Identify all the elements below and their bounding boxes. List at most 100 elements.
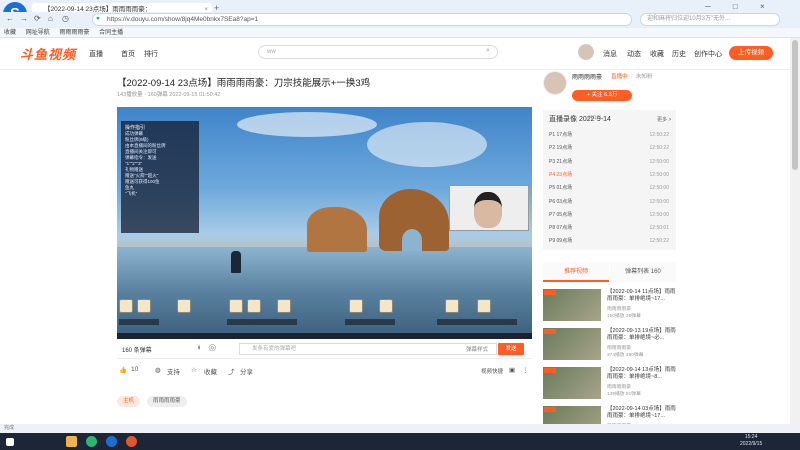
- episode-item[interactable]: P2 19点场 12:50:22: [549, 142, 671, 154]
- video-thumbnail[interactable]: [543, 289, 601, 321]
- video-tag[interactable]: 主机: [117, 396, 141, 407]
- recommended-item[interactable]: 【2022-09-14 13点场】雨雨雨雨豪：单排绝境~8... 雨雨雨雨豪 139…: [543, 367, 676, 399]
- episode-item[interactable]: P7 05点场 12:50:00: [549, 209, 671, 221]
- recommended-author[interactable]: 雨雨雨雨豪: [607, 383, 631, 390]
- bookmark-item[interactable]: 合同主播: [99, 30, 123, 36]
- danmu-toggle-icons[interactable]: ◐◎: [197, 342, 222, 353]
- gift-avatar: [349, 299, 363, 313]
- gift-label: [227, 319, 297, 325]
- recommended-title[interactable]: 【2022-09-14 11点场】雨雨雨雨豪：单排绝境~17...: [607, 289, 677, 303]
- episode-item[interactable]: P1 17点场 12:50:22: [549, 129, 671, 141]
- bookmark-item[interactable]: 收藏: [4, 30, 16, 36]
- recommended-stats: 139播放 91弹幕: [607, 392, 641, 397]
- search-icon[interactable]: ⌕: [486, 47, 490, 55]
- like-count[interactable]: 10: [131, 366, 138, 373]
- thumbnail-badge: [544, 368, 556, 373]
- danmu-count: 160 条弹幕: [122, 348, 152, 354]
- runner-silhouette: [231, 251, 241, 273]
- video-thumbnail[interactable]: [543, 328, 601, 360]
- video-shortcut[interactable]: 视频快捷: [481, 367, 503, 375]
- episode-item[interactable]: P4 23点场 12:50:00: [549, 169, 671, 181]
- app-icon[interactable]: [126, 436, 137, 447]
- tab-recommended[interactable]: 推荐视频: [543, 262, 609, 282]
- episode-item[interactable]: P8 07点场 12:50:01: [549, 222, 671, 234]
- app-icon[interactable]: [86, 436, 97, 447]
- episode-label: P5 01点场: [549, 185, 573, 192]
- refresh-icon[interactable]: ⟳: [34, 14, 41, 23]
- start-icon[interactable]: [6, 438, 14, 446]
- forward-icon[interactable]: →: [20, 14, 28, 23]
- episode-item[interactable]: P3 21点场 12:50:00: [549, 156, 671, 168]
- site-logo[interactable]: 斗鱼视频: [20, 44, 76, 63]
- back-icon[interactable]: ←: [6, 14, 14, 23]
- home-icon[interactable]: ⌂: [48, 14, 53, 23]
- nav-rank[interactable]: 排行: [144, 49, 158, 59]
- user-avatar[interactable]: [578, 44, 594, 60]
- recommended-item[interactable]: 【2022-09-14 11点场】雨雨雨雨豪：单排绝境~17... 雨雨雨雨豪 15…: [543, 289, 676, 321]
- nav-dynamics[interactable]: 动态: [627, 49, 641, 59]
- browser-taskbar-icon[interactable]: [106, 436, 117, 447]
- episode-duration: 12:50:22: [649, 145, 669, 152]
- episode-duration: 12:50:22: [649, 132, 669, 138]
- gift-label: [345, 319, 395, 325]
- support-icon[interactable]: ◍: [155, 366, 161, 374]
- collect-button[interactable]: 收藏: [204, 366, 217, 376]
- tab-danmu-list[interactable]: 弹幕列表 160: [610, 262, 676, 282]
- anchor-avatar[interactable]: [543, 71, 567, 95]
- bookmark-item[interactable]: 雨雨雨雨豪: [59, 30, 89, 36]
- nav-favorites[interactable]: 收藏: [650, 49, 664, 59]
- explorer-icon[interactable]: [66, 436, 77, 447]
- sea-rock: [307, 207, 367, 252]
- support-button[interactable]: 支持: [167, 366, 180, 376]
- streamer-webcam: [449, 185, 529, 231]
- taskbar-clock: 15:24 2022/9/15: [740, 434, 762, 448]
- gift-avatar: [477, 299, 491, 313]
- recommended-author[interactable]: 雨雨雨雨豪: [607, 344, 631, 351]
- recommended-stats: 150播放 36弹幕: [607, 314, 641, 319]
- follow-button[interactable]: + 关注 6.3万: [572, 90, 632, 101]
- bookmark-item[interactable]: 网址导航: [26, 30, 50, 36]
- recommended-title[interactable]: 【2022-09-14 13点场】雨雨雨雨豪：单排绝境~8...: [607, 367, 677, 381]
- recommended-title[interactable]: 【2022-09-14 03点场】雨雨雨雨豪：单排绝境~17...: [607, 406, 677, 420]
- anchor-name[interactable]: 雨雨雨雨豪: [572, 72, 602, 81]
- upload-video-button[interactable]: 上传视频: [729, 46, 773, 60]
- nav-messages[interactable]: 消息: [603, 49, 617, 59]
- browser-search-input[interactable]: 迎和麻将归位迎10月3万"无外...: [640, 13, 780, 26]
- screen-icon[interactable]: ▣: [509, 366, 515, 374]
- episode-duration: 12:50:22: [649, 238, 669, 245]
- collect-icon[interactable]: ☆: [191, 366, 197, 374]
- recommended-stats: 374播放 290弹幕: [607, 353, 644, 358]
- nav-creator-center[interactable]: 创作中心: [694, 49, 722, 59]
- recommended-item[interactable]: 【2022-09-13 19点场】雨雨雨雨豪：单排绝境~必... 雨雨雨雨豪 374…: [543, 328, 676, 360]
- windows-taskbar: [0, 433, 800, 450]
- address-bar[interactable]: https://v.douyu.com/show/8jq4Me0bnkx7SEa…: [92, 13, 632, 26]
- more-icon[interactable]: ⋮: [522, 366, 529, 374]
- video-tag[interactable]: 雨雨雨雨豪: [147, 396, 187, 407]
- nav-history[interactable]: 历史: [672, 49, 686, 59]
- nav-live[interactable]: 直播: [89, 49, 103, 59]
- send-danmu-button[interactable]: 发送: [498, 343, 524, 355]
- replay-count: (4/10): [588, 115, 602, 121]
- replay-more-link[interactable]: 更多 >: [657, 116, 671, 123]
- recommended-title[interactable]: 【2022-09-13 19点场】雨雨雨雨豪：单排绝境~必...: [607, 328, 677, 342]
- rock-arch-opening: [402, 229, 422, 251]
- scrollbar-thumb[interactable]: [792, 40, 798, 170]
- episode-item[interactable]: P9 09点场 12:50:22: [549, 235, 671, 247]
- episode-item[interactable]: P5 01点场 12:50:00: [549, 182, 671, 194]
- site-search-input[interactable]: ww: [258, 45, 498, 59]
- episode-item[interactable]: P6 03点场 12:50:00: [549, 196, 671, 208]
- video-player[interactable]: 操作指引 成功弹幕 粉丝牌(9级) 由本直播间的粉丝牌 直播间关注即可 弹幕指令…: [117, 107, 532, 339]
- share-icon[interactable]: ⤴: [228, 366, 235, 376]
- sky-cloud: [237, 112, 377, 137]
- danmu-style-button[interactable]: 弹幕样式: [466, 345, 488, 353]
- gift-avatar: [379, 299, 393, 313]
- history-icon[interactable]: ◷: [62, 14, 69, 23]
- like-icon[interactable]: 👍: [119, 366, 127, 374]
- recommended-author[interactable]: 雨雨雨雨豪: [607, 305, 631, 312]
- share-button[interactable]: 分享: [240, 366, 253, 376]
- gift-avatar: [229, 299, 243, 313]
- danmu-input[interactable]: 发条有爱的弹幕吧: [239, 343, 497, 355]
- video-thumbnail[interactable]: [543, 367, 601, 399]
- nav-home[interactable]: 首页: [121, 49, 135, 59]
- anchor-live-badge[interactable]: 直播中: [611, 72, 628, 80]
